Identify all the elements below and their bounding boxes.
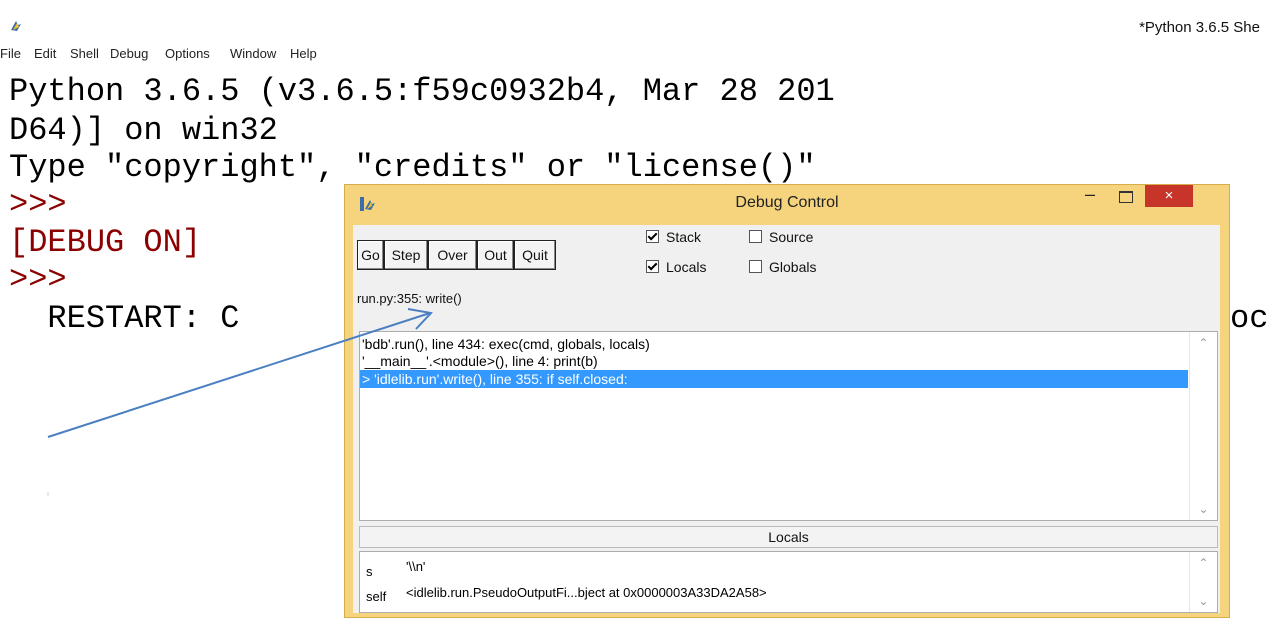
- annotation-arrow: [47, 308, 433, 496]
